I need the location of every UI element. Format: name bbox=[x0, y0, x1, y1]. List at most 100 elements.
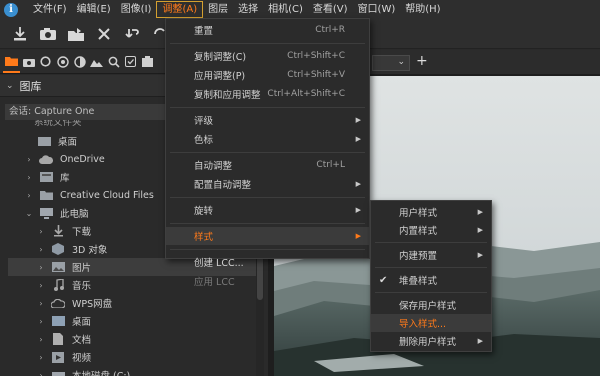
app-info-icon[interactable]: i bbox=[4, 2, 18, 17]
menu-item-label: 应用调整(P) bbox=[194, 71, 246, 82]
submenu-arrow-icon: ▶ bbox=[355, 180, 361, 188]
expand-arrow-icon[interactable]: › bbox=[24, 191, 34, 200]
video-icon bbox=[50, 351, 66, 363]
lens-icon[interactable] bbox=[37, 51, 54, 73]
tree-item-label: Creative Cloud Files bbox=[60, 189, 154, 201]
tree-item[interactable]: › 本地磁盘 (C:) bbox=[0, 366, 268, 376]
tree-item[interactable]: › 视频 bbox=[0, 348, 268, 366]
tree-partial-label: 系统文件夹 bbox=[34, 120, 82, 128]
menu-item[interactable]: 旋转 ▶ bbox=[166, 201, 369, 219]
menu-item-label: 复制和应用调整 bbox=[194, 90, 261, 101]
menu-item-label: 保存用户样式 bbox=[399, 301, 457, 312]
expand-arrow-icon[interactable]: › bbox=[36, 281, 46, 290]
exposure-icon[interactable] bbox=[71, 51, 88, 73]
submenu-arrow-icon: ▶ bbox=[355, 116, 361, 124]
menu-camera[interactable]: 相机(C) bbox=[263, 0, 308, 19]
expand-chevron-icon[interactable]: ⌄ bbox=[24, 209, 34, 218]
expand-arrow-icon[interactable]: › bbox=[36, 371, 46, 376]
drive-icon bbox=[50, 369, 66, 376]
music-icon bbox=[50, 279, 66, 291]
collapse-chevron-icon[interactable]: ⌄ bbox=[6, 81, 14, 91]
menu-edit[interactable]: 编辑(E) bbox=[72, 0, 116, 19]
viewer-dropdown[interactable]: ⌄ bbox=[372, 55, 410, 71]
export-icon[interactable] bbox=[62, 21, 90, 47]
submenu-arrow-icon: ▶ bbox=[477, 208, 483, 216]
menu-adjust[interactable]: 调整(A) bbox=[156, 1, 204, 18]
tree-item[interactable]: › 桌面 bbox=[0, 312, 268, 330]
library-folder-icon[interactable] bbox=[3, 51, 20, 73]
menu-item[interactable]: 创建 LCC... bbox=[166, 253, 369, 271]
menu-item[interactable]: 色标 ▶ bbox=[166, 130, 369, 148]
chevron-down-icon: ⌄ bbox=[397, 57, 405, 67]
menu-file[interactable]: 文件(F) bbox=[28, 0, 72, 19]
expand-arrow-icon[interactable]: › bbox=[36, 263, 46, 272]
tree-item-label: 下载 bbox=[72, 227, 92, 238]
menu-item[interactable]: 评级 ▶ bbox=[166, 111, 369, 129]
menu-item[interactable]: 自动调整 Ctrl+L bbox=[166, 156, 369, 174]
menu-select[interactable]: 选择 bbox=[233, 0, 263, 19]
menu-item-label: 样式 bbox=[194, 232, 214, 243]
menu-item[interactable]: 应用调整(P) Ctrl+Shift+V bbox=[166, 66, 369, 84]
menu-item[interactable]: 用户样式 ▶ bbox=[371, 203, 491, 221]
menu-item[interactable]: 内置样式 ▶ bbox=[371, 221, 491, 239]
menu-separator bbox=[170, 197, 365, 198]
menu-item[interactable]: 配置自动调整 ▶ bbox=[166, 175, 369, 193]
expand-arrow-icon[interactable]: › bbox=[36, 353, 46, 362]
submenu-arrow-icon: ▶ bbox=[355, 206, 361, 214]
metadata-icon[interactable] bbox=[122, 51, 139, 73]
delete-icon[interactable] bbox=[90, 21, 118, 47]
menu-item-label: 重置 bbox=[194, 26, 214, 37]
tree-item-label: WPS网盘 bbox=[72, 299, 113, 310]
menu-help[interactable]: 帮助(H) bbox=[400, 0, 445, 19]
capture-icon[interactable] bbox=[20, 51, 37, 73]
menu-item-label: 创建 LCC... bbox=[194, 258, 244, 269]
download-icon bbox=[50, 225, 66, 237]
expand-arrow-icon[interactable]: › bbox=[36, 335, 46, 344]
menu-item[interactable]: 内建预置 ▶ bbox=[371, 246, 491, 264]
menu-image[interactable]: 图像(I) bbox=[116, 0, 157, 19]
tree-item[interactable]: › 文档 bbox=[0, 330, 268, 348]
menu-item[interactable]: 复制调整(C) Ctrl+Shift+C bbox=[166, 47, 369, 65]
expand-arrow-icon[interactable]: › bbox=[36, 245, 46, 254]
submenu-arrow-icon: ▶ bbox=[477, 226, 483, 234]
tree-item-label: 库 bbox=[60, 173, 70, 184]
menu-separator bbox=[375, 242, 487, 243]
menu-item-label: 堆叠样式 bbox=[399, 276, 438, 287]
menu-item[interactable]: 删除用户样式 ▶ bbox=[371, 332, 491, 350]
undo-icon[interactable] bbox=[118, 21, 146, 47]
menu-view[interactable]: 查看(V) bbox=[308, 0, 353, 19]
menu-separator bbox=[375, 292, 487, 293]
color-icon[interactable] bbox=[54, 51, 71, 73]
expand-arrow-icon[interactable]: › bbox=[36, 299, 46, 308]
expand-arrow-icon[interactable]: › bbox=[36, 317, 46, 326]
menu-item-shortcut: Ctrl+Shift+C bbox=[287, 51, 345, 61]
menu-item[interactable]: 样式 ▶ bbox=[166, 227, 369, 245]
expand-arrow-icon[interactable]: › bbox=[36, 227, 46, 236]
import-icon[interactable] bbox=[6, 21, 34, 47]
menu-item[interactable]: 复制和应用调整 Ctrl+Alt+Shift+C bbox=[166, 85, 369, 103]
menu-item[interactable]: 重置 Ctrl+R bbox=[166, 21, 369, 39]
tree-item-label: 本地磁盘 (C:) bbox=[72, 368, 130, 376]
tree-item-label: 桌面 bbox=[58, 137, 78, 148]
menu-item[interactable]: 保存用户样式 bbox=[371, 296, 491, 314]
adjustments-icon[interactable] bbox=[105, 51, 122, 73]
menu-item-label: 应用 LCC bbox=[194, 277, 235, 288]
camera-icon[interactable] bbox=[34, 21, 62, 47]
details-icon[interactable] bbox=[88, 51, 105, 73]
menu-item-label: 内建预置 bbox=[399, 251, 438, 262]
tree-item-label: 视频 bbox=[72, 353, 92, 364]
tree-item-label: 桌面 bbox=[72, 317, 92, 328]
output-icon[interactable] bbox=[139, 51, 156, 73]
adjust-menu: 重置 Ctrl+R 复制调整(C) Ctrl+Shift+C 应用调整(P) Ctrl+S… bbox=[165, 18, 370, 288]
expand-arrow-icon[interactable]: › bbox=[24, 173, 34, 182]
menu-item-label: 导入样式... bbox=[399, 319, 447, 330]
expand-arrow-icon[interactable]: › bbox=[24, 155, 34, 164]
tree-item[interactable]: › WPS网盘 bbox=[0, 294, 268, 312]
menu-item[interactable]: ✔ 堆叠样式 bbox=[371, 271, 491, 289]
menu-layer[interactable]: 图层 bbox=[203, 0, 233, 19]
tree-item-label: 文档 bbox=[72, 335, 92, 346]
menu-item[interactable]: 导入样式... bbox=[371, 314, 491, 332]
library-title: 图库 bbox=[19, 79, 42, 93]
add-viewer-button[interactable]: + bbox=[416, 53, 428, 69]
menu-window[interactable]: 窗口(W) bbox=[353, 0, 401, 19]
